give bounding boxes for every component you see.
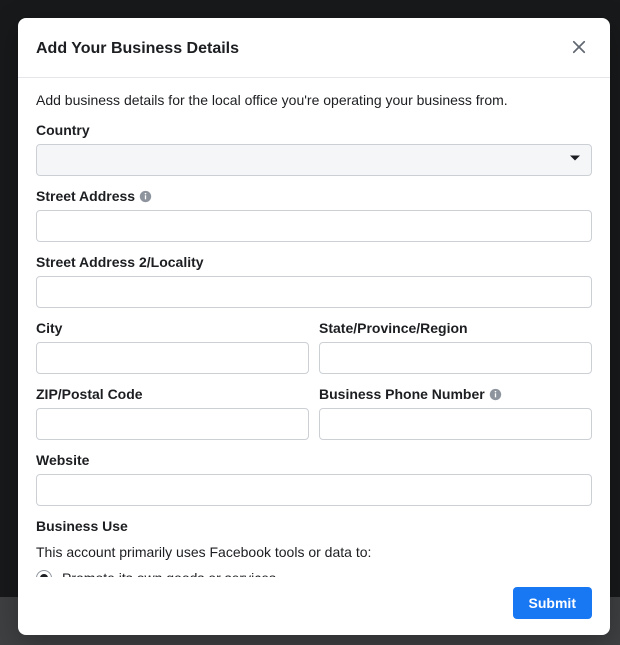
radio-icon <box>36 570 52 577</box>
street-group: Street Address <box>36 188 592 242</box>
state-group: State/Province/Region <box>319 320 592 374</box>
phone-label: Business Phone Number <box>319 386 485 402</box>
zip-group: ZIP/Postal Code <box>36 386 309 440</box>
country-group: Country <box>36 122 592 176</box>
zip-label: ZIP/Postal Code <box>36 386 309 402</box>
city-label: City <box>36 320 309 336</box>
city-input[interactable] <box>36 342 309 374</box>
submit-button[interactable]: Submit <box>513 587 592 619</box>
country-select[interactable] <box>36 144 592 176</box>
street-input[interactable] <box>36 210 592 242</box>
modal-title: Add Your Business Details <box>36 40 239 58</box>
phone-input[interactable] <box>319 408 592 440</box>
state-label: State/Province/Region <box>319 320 592 336</box>
radio-option-promote[interactable]: Promote its own goods or services <box>36 570 592 577</box>
street2-group: Street Address 2/Locality <box>36 254 592 308</box>
website-group: Website <box>36 452 592 506</box>
close-icon <box>570 38 588 59</box>
business-use-radio-group: Promote its own goods or services Provid… <box>36 570 592 577</box>
zip-input[interactable] <box>36 408 309 440</box>
street-label: Street Address <box>36 188 135 204</box>
website-input[interactable] <box>36 474 592 506</box>
modal-description: Add business details for the local offic… <box>36 92 592 108</box>
phone-group: Business Phone Number <box>319 386 592 440</box>
modal-body: Add business details for the local offic… <box>18 78 610 577</box>
state-input[interactable] <box>319 342 592 374</box>
modal-footer: Submit <box>18 577 610 635</box>
city-group: City <box>36 320 309 374</box>
street2-label: Street Address 2/Locality <box>36 254 592 270</box>
business-use-label: Business Use <box>36 518 592 534</box>
info-icon[interactable] <box>489 388 502 401</box>
info-icon[interactable] <box>139 190 152 203</box>
close-button[interactable] <box>566 34 592 63</box>
street2-input[interactable] <box>36 276 592 308</box>
business-details-modal: Add Your Business Details Add business d… <box>18 18 610 635</box>
radio-label: Promote its own goods or services <box>62 570 276 577</box>
business-use-description: This account primarily uses Facebook too… <box>36 544 592 560</box>
country-label: Country <box>36 122 592 138</box>
modal-header: Add Your Business Details <box>18 18 610 78</box>
website-label: Website <box>36 452 592 468</box>
chevron-down-icon <box>569 151 581 169</box>
